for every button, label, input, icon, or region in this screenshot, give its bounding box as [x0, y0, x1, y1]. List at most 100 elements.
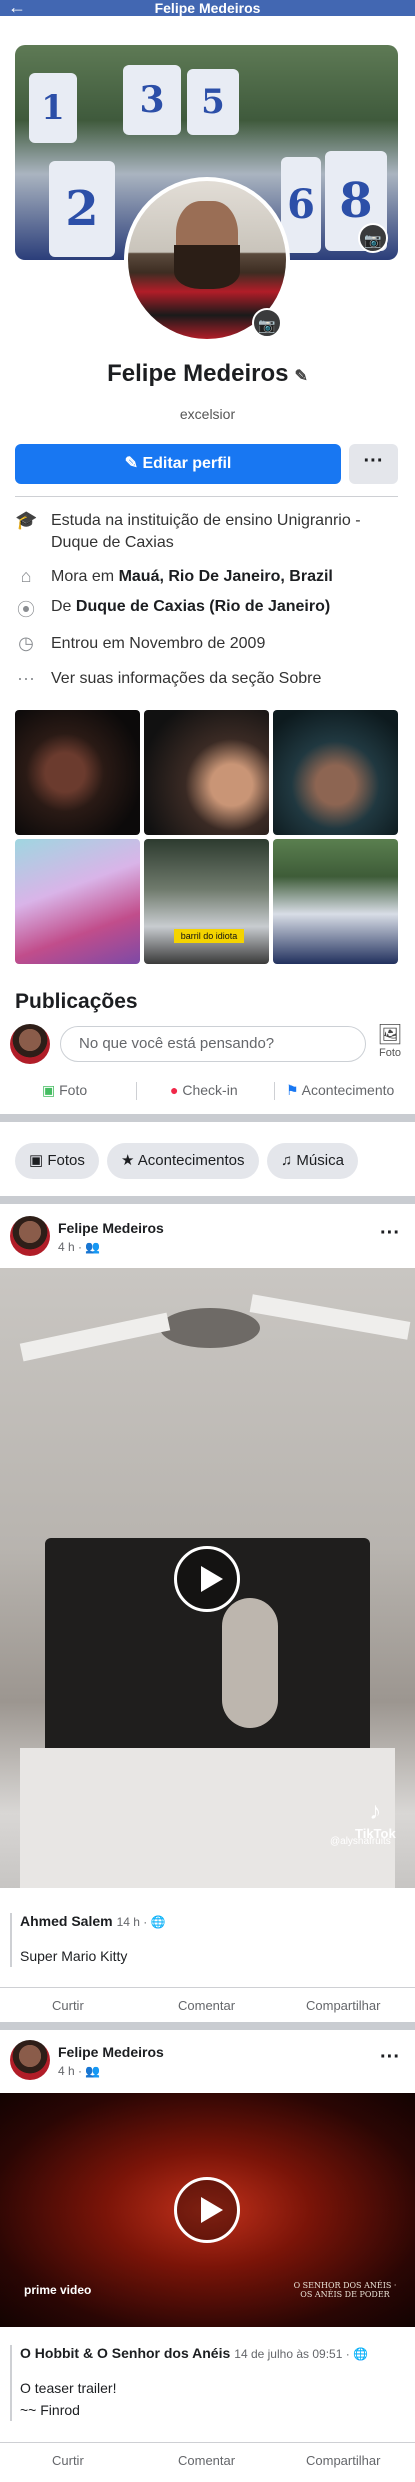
intro-lives-in[interactable]: ⌂ Mora em Mauá, Rio De Janeiro, Brazil	[15, 566, 405, 588]
shared-post[interactable]: O Hobbit & O Senhor dos Anéis 14 de julho…	[10, 2345, 405, 2421]
post-composer-input[interactable]: No que você está pensando?	[60, 1026, 366, 1062]
shared-timestamp: 14 h · 🌐	[117, 1915, 166, 1929]
post-time-text: 4 h ·	[58, 1240, 86, 1254]
chip-photos-label: Fotos	[47, 1152, 85, 1169]
graduation-cap-icon: 🎓	[15, 510, 38, 530]
edit-profile-label: Editar perfil	[142, 455, 232, 472]
intro-see-about[interactable]: ··· Ver suas informações da seção Sobre	[15, 668, 405, 690]
image-icon: 🖼	[377, 1024, 403, 1046]
photo-thumbnail[interactable]	[273, 839, 398, 964]
chip-life-events[interactable]: ★ Acontecimentos	[107, 1143, 259, 1179]
globe-icon: 🌐	[150, 1915, 166, 1929]
intro-from-place: Duque de Caxias (Rio de Janeiro)	[75, 598, 331, 615]
flag-icon: ⚑	[286, 1082, 302, 1098]
share-button[interactable]: Compartilhar	[306, 1998, 380, 2013]
photo-thumbnail[interactable]	[144, 710, 269, 835]
intro-lives-place: Mauá, Rio De Janeiro, Brazil	[118, 568, 333, 585]
cat	[222, 1598, 278, 1728]
tiktok-watermark: ♪ TikTok	[355, 1798, 396, 1841]
checkin-action-button[interactable]: ● Check-in	[170, 1082, 238, 1098]
composer-photo-label: Foto	[378, 1047, 401, 1059]
chip-music[interactable]: ♫ Música	[267, 1143, 358, 1179]
composer-photo-button[interactable]: 🖼 Foto	[375, 1023, 405, 1059]
ceiling-fan	[160, 1308, 260, 1348]
checkin-action-label: Check-in	[182, 1082, 238, 1098]
avatar-camera-icon[interactable]: 📷	[252, 308, 282, 338]
fan-blade	[249, 1294, 411, 1340]
post-author-avatar[interactable]	[10, 1216, 50, 1256]
photo-thumbnail[interactable]: barril do idiota	[144, 839, 269, 964]
post-author-name[interactable]: Felipe Medeiros	[58, 2044, 164, 2060]
shared-post-header: O Hobbit & O Senhor dos Anéis 14 de julho…	[20, 2345, 405, 2363]
photo-grid: barril do idiota	[15, 710, 398, 964]
globe-icon: 🌐	[353, 2347, 368, 2361]
divider	[274, 1082, 275, 1100]
shared-post-signature: ~~ Finrod	[20, 2402, 80, 2418]
intro-joined-text: Entrou em Novembro de 2009	[51, 635, 266, 652]
like-button[interactable]: Curtir	[52, 2453, 84, 2468]
shared-post[interactable]: Ahmed Salem 14 h · 🌐 Super Mario Kitty	[10, 1913, 405, 1967]
share-button[interactable]: Compartilhar	[306, 2453, 380, 2468]
play-button[interactable]	[174, 1546, 240, 1612]
star-icon: ★	[121, 1152, 138, 1169]
shared-timestamp: 14 de julho às 09:51 · 🌐	[234, 2347, 368, 2361]
prime-video-logo: prime video	[24, 2283, 92, 2297]
photo-thumbnail[interactable]	[273, 710, 398, 835]
post-actions: Curtir Comentar Compartilhar	[0, 1987, 415, 2017]
composer-avatar[interactable]	[10, 1024, 50, 1064]
chip-life-events-label: Acontecimentos	[137, 1152, 245, 1169]
intro-from-prefix: De	[51, 598, 76, 615]
cover-camera-icon[interactable]: 📷	[358, 223, 388, 253]
intro-joined[interactable]: ◷ Entrou em Novembro de 2009	[15, 633, 405, 655]
post-video[interactable]: ♪ TikTok @alyshafruits	[0, 1268, 415, 1888]
cover-jersey: 2	[49, 161, 115, 257]
shared-time-text: 14 de julho às 09:51 ·	[234, 2347, 354, 2361]
intro-education[interactable]: 🎓 Estuda na instituição de ensino Unigra…	[15, 510, 405, 556]
pencil-icon: ✎	[124, 455, 143, 472]
divider	[15, 496, 398, 497]
life-event-action-label: Acontecimento	[301, 1082, 395, 1098]
shared-time-text: 14 h ·	[116, 1915, 151, 1929]
post-author-name[interactable]: Felipe Medeiros	[58, 1220, 164, 1236]
section-separator	[0, 1114, 415, 1122]
post-video[interactable]: prime video O SENHOR DOS ANÉIS · OS ANÉI…	[0, 2093, 415, 2327]
life-event-action-button[interactable]: ⚑ Acontecimento	[286, 1082, 394, 1099]
post-author-avatar[interactable]	[10, 2040, 50, 2080]
photo-thumbnail[interactable]	[15, 839, 140, 964]
section-separator	[0, 2022, 415, 2030]
location-pin-icon: ●	[170, 1082, 183, 1098]
series-title-logo: O SENHOR DOS ANÉIS · OS ANÉIS DE PODER	[293, 2281, 397, 2299]
photos-icon: ▣	[29, 1152, 48, 1169]
play-button[interactable]	[174, 2177, 240, 2243]
composer-actions: ▣ Foto ● Check-in ⚑ Acontecimento	[0, 1078, 415, 1106]
clock-icon: ◷	[18, 633, 34, 653]
profile-name: Felipe Medeiros ✎	[0, 360, 415, 388]
intro-from-text: De Duque de Caxias (Rio de Janeiro)	[51, 596, 399, 618]
shared-author-name[interactable]: O Hobbit & O Senhor dos Anéis	[20, 2345, 230, 2361]
photo-thumbnail[interactable]	[15, 710, 140, 835]
like-button[interactable]: Curtir	[52, 1998, 84, 2013]
edit-profile-button[interactable]: ✎ Editar perfil	[15, 444, 341, 484]
cover-jersey: 1	[29, 73, 77, 143]
chip-photos[interactable]: ▣ Fotos	[15, 1143, 99, 1179]
post-more-button[interactable]: ···	[380, 2046, 400, 2069]
tiktok-icon: ♪	[369, 1798, 382, 1825]
post-more-button[interactable]: ···	[380, 1222, 400, 1245]
intro-lives-prefix: Mora em	[51, 568, 119, 585]
shared-post-header: Ahmed Salem 14 h · 🌐	[20, 1913, 405, 1931]
music-note-icon: ♫	[281, 1152, 297, 1169]
shared-author-name[interactable]: Ahmed Salem	[20, 1913, 113, 1929]
more-options-button[interactable]: ···	[349, 444, 398, 484]
shared-post-text: O teaser trailer!	[20, 2380, 117, 2396]
house-icon: ⌂	[20, 566, 32, 586]
divider	[136, 1082, 137, 1100]
avatar-beard	[174, 245, 240, 289]
intro-from[interactable]: ⦿ De Duque de Caxias (Rio de Janeiro)	[15, 596, 405, 620]
publications-title: Publicações	[15, 990, 138, 1013]
intro-see-about-text: Ver suas informações da seção Sobre	[51, 670, 322, 687]
pencil-icon[interactable]: ✎	[294, 368, 307, 385]
comment-button[interactable]: Comentar	[178, 2453, 235, 2468]
photo-action-button[interactable]: ▣ Foto	[42, 1082, 87, 1099]
comment-button[interactable]: Comentar	[178, 1998, 235, 2013]
profile-bio: excelsior	[179, 406, 236, 422]
